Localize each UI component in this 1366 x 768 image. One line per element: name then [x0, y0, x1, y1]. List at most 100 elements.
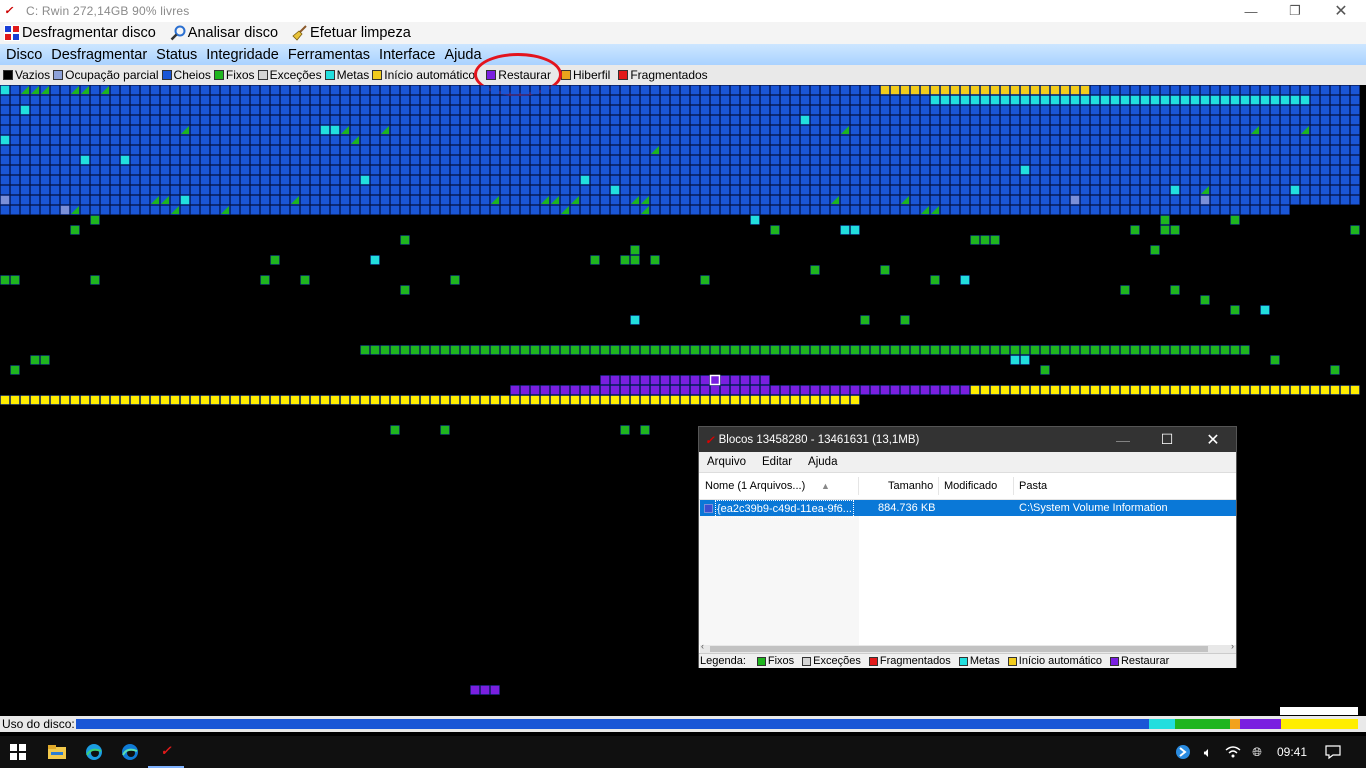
menu-integridade[interactable]: Integridade: [206, 47, 279, 63]
cluster-block-fixed: [630, 245, 640, 255]
menu-desfragmentar[interactable]: Desfragmentar: [51, 47, 147, 63]
table-row[interactable]: {ea2c39b9-c49d-11ea-9f6... 884.736 KB C:…: [700, 500, 1236, 518]
analyze-button[interactable]: Analisar disco: [170, 25, 278, 41]
restore-icon[interactable]: ❐: [1272, 0, 1318, 22]
menu-arquivo[interactable]: Arquivo: [707, 456, 746, 468]
usage-segment: [1229, 719, 1241, 729]
scroll-right-icon[interactable]: ›: [1231, 641, 1234, 651]
column-separator[interactable]: [1013, 477, 1014, 495]
cluster-block-full: [620, 95, 630, 105]
edge-beta-icon[interactable]: [112, 736, 148, 768]
language-icon[interactable]: 🌐︎: [1248, 736, 1266, 768]
legend-vazios[interactable]: Vazios: [3, 68, 50, 82]
menu-ajuda[interactable]: Ajuda: [808, 456, 837, 468]
menu-ajuda[interactable]: Ajuda: [444, 47, 481, 63]
notification-icon[interactable]: [1318, 736, 1348, 768]
cluster-block-autostart: [1020, 385, 1030, 395]
cluster-block-full: [1090, 105, 1100, 115]
defrag-button[interactable]: Desfragmentar disco: [4, 25, 156, 41]
network-icon[interactable]: [1172, 736, 1194, 768]
column-folder[interactable]: Pasta: [1019, 473, 1047, 499]
menu-status[interactable]: Status: [156, 47, 197, 63]
cluster-block-full: [1220, 115, 1230, 125]
legend-ocupacao-parcial[interactable]: Ocupação parcial: [53, 68, 159, 82]
cluster-block-full: [860, 115, 870, 125]
column-separator[interactable]: [858, 477, 859, 495]
cluster-block-autostart: [1320, 385, 1330, 395]
cluster-block-full: [1090, 175, 1100, 185]
cluster-block-full: [380, 135, 390, 145]
column-name[interactable]: Nome (1 Arquivos...): [705, 473, 805, 499]
cluster-block-full: [1110, 135, 1120, 145]
cluster-block-full: [1240, 205, 1250, 215]
cluster-block-full: [960, 145, 970, 155]
cluster-block-full: [800, 165, 810, 175]
cluster-block-partial: [1200, 195, 1210, 205]
menu-interface[interactable]: Interface: [379, 47, 435, 63]
cluster-block-full: [1140, 185, 1150, 195]
minimize-icon[interactable]: —: [1228, 0, 1274, 22]
cluster-block-full: [500, 95, 510, 105]
legend-fragmentados[interactable]: Fragmentados: [618, 68, 708, 82]
column-size[interactable]: Tamanho: [888, 473, 933, 499]
scroll-left-icon[interactable]: ‹: [701, 641, 704, 651]
column-separator[interactable]: [938, 477, 939, 495]
cluster-block-full: [1310, 175, 1320, 185]
legend-cheios[interactable]: Cheios: [161, 68, 211, 82]
maximize-icon[interactable]: ☐: [1144, 427, 1190, 452]
cluster-block-fixed: [510, 345, 520, 355]
cluster-block-full: [410, 185, 420, 195]
windows-start-icon[interactable]: [0, 736, 36, 768]
wifi-icon[interactable]: [1222, 736, 1244, 768]
cluster-block-autostart: [650, 395, 660, 405]
horizontal-scrollbar[interactable]: ‹ ›: [700, 641, 1236, 653]
cluster-block-full: [100, 145, 110, 155]
menu-disco[interactable]: Disco: [6, 47, 42, 63]
legend-label: Exceções: [813, 655, 861, 667]
cluster-block-meta: [360, 175, 370, 185]
cluster-block-full: [770, 135, 780, 145]
legend-hiberfil[interactable]: Hiberfil: [560, 68, 610, 82]
cluster-block-full: [570, 95, 580, 105]
cluster-block-full: [1020, 115, 1030, 125]
menu-editar[interactable]: Editar: [762, 456, 792, 468]
cluster-block-full: [1200, 115, 1210, 125]
cluster-block-full: [1280, 105, 1290, 115]
close-icon[interactable]: ✕: [1318, 0, 1364, 22]
cluster-block-full: [1260, 135, 1270, 145]
legend-excecoes[interactable]: Exceções: [257, 68, 322, 82]
cluster-block-fixed: [1070, 345, 1080, 355]
close-icon[interactable]: ✕: [1190, 427, 1236, 452]
cluster-block-full: [440, 145, 450, 155]
volume-icon[interactable]: 🔈︎: [1196, 736, 1220, 768]
cluster-block-full: [1280, 145, 1290, 155]
cluster-block-full: [1320, 85, 1330, 95]
cluster-block-full: [150, 145, 160, 155]
cluster-block-full: [110, 185, 120, 195]
taskbar-clock[interactable]: 09:41: [1270, 736, 1314, 768]
cluster-block-full: [480, 125, 490, 135]
cluster-block-full: [200, 105, 210, 115]
column-modified[interactable]: Modificado: [944, 473, 997, 499]
cluster-block-full: [1280, 165, 1290, 175]
cluster-block-full: [80, 95, 90, 105]
scrollbar-thumb[interactable]: [710, 646, 1208, 652]
legend-metas[interactable]: Metas: [324, 68, 369, 82]
edge-icon[interactable]: [76, 736, 112, 768]
rwin-app-icon[interactable]: ✓: [148, 736, 184, 768]
cluster-block-full: [1160, 145, 1170, 155]
legend-inicio-automatico[interactable]: Início automático: [372, 68, 478, 82]
cluster-block-full: [890, 125, 900, 135]
file-explorer-icon[interactable]: [38, 736, 76, 768]
cluster-block-full: [460, 195, 470, 205]
cluster-block-full: [1150, 195, 1160, 205]
minimize-icon[interactable]: —: [1100, 427, 1146, 452]
menu-ferramentas[interactable]: Ferramentas: [288, 47, 370, 63]
cluster-block-full: [790, 85, 800, 95]
cluster-block-full: [1210, 205, 1220, 215]
cleanup-button[interactable]: Efetuar limpeza: [292, 25, 411, 41]
cluster-block-meta: [1270, 95, 1280, 105]
legend-fixos[interactable]: Fixos: [213, 68, 255, 82]
cluster-block-full: [570, 145, 580, 155]
cluster-block-full: [1010, 175, 1020, 185]
